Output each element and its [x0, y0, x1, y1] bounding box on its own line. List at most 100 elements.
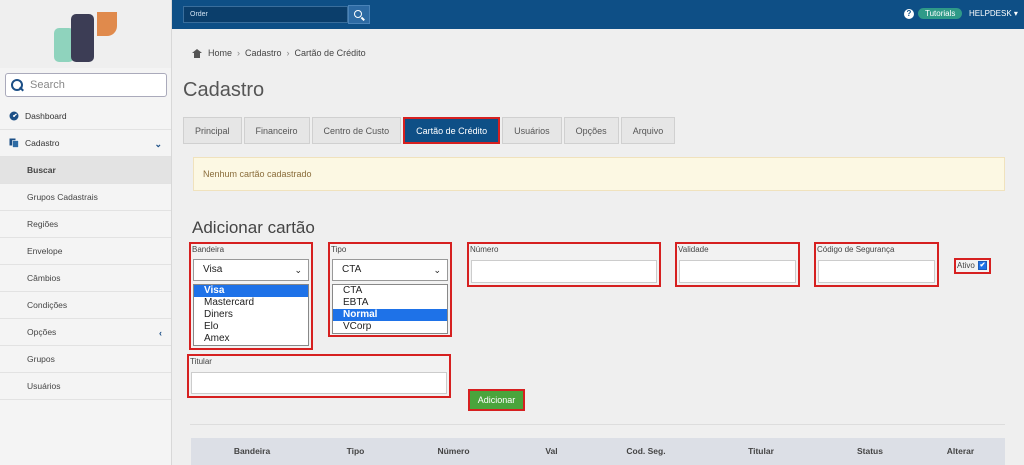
copy-icon — [9, 138, 19, 148]
column-header-titular[interactable]: Titular — [698, 438, 824, 465]
sidebar-item-buscar[interactable]: Buscar — [0, 157, 171, 184]
order-search-button[interactable] — [348, 5, 370, 24]
column-header-alterar[interactable]: Alterar — [916, 438, 1005, 465]
order-search-input[interactable]: Order — [183, 6, 348, 23]
ativo-label: Ativo — [957, 261, 975, 270]
validade-input[interactable] — [679, 260, 796, 283]
sidebar-item-grupos-cadastrais[interactable]: Grupos Cadastrais — [0, 184, 171, 211]
bandeira-option[interactable]: Diners — [194, 309, 308, 321]
divider — [190, 424, 1005, 425]
breadcrumb-separator: › — [286, 48, 290, 58]
bandeira-field: Bandeira Visa ⌄ Visa Mastercard Diners E… — [189, 242, 313, 350]
tutorials-link[interactable]: ? Tutorials — [904, 8, 963, 19]
sidebar-item-envelope[interactable]: Envelope — [0, 238, 171, 265]
sidebar-item-opcoes[interactable]: Opções ‹ — [0, 319, 171, 346]
top-bar: Order ? Tutorials HELPDESK ▾ — [172, 0, 1024, 29]
cards-table-header: Bandeira Tipo Número Val Cod. Seg. Titul… — [191, 438, 1005, 465]
tab-arquivo[interactable]: Arquivo — [620, 117, 676, 144]
sidebar-item-cadastro[interactable]: Cadastro ⌄ — [0, 130, 171, 157]
helpdesk-menu[interactable]: HELPDESK ▾ — [969, 9, 1018, 18]
sidebar-nav: Dashboard Cadastro ⌄ Buscar Grupos Cadas… — [0, 103, 171, 400]
bandeira-selected-value: Visa — [203, 264, 223, 275]
sidebar-search-input[interactable]: Search — [5, 73, 167, 97]
sidebar-item-label: Cadastro — [25, 138, 60, 148]
sidebar-item-label: Envelope — [27, 246, 63, 256]
bandeira-option[interactable]: Visa — [194, 285, 308, 297]
tipo-label: Tipo — [331, 245, 347, 254]
tab-cartao-de-credito[interactable]: Cartão de Crédito — [403, 117, 501, 144]
breadcrumb-current: Cartão de Crédito — [294, 48, 366, 58]
breadcrumb: Home › Cadastro › Cartão de Crédito — [192, 48, 366, 58]
validade-field: Validade — [675, 242, 800, 287]
tipo-option[interactable]: CTA — [333, 285, 447, 297]
column-header-numero[interactable]: Número — [398, 438, 509, 465]
ativo-checkbox[interactable]: ✔ — [978, 261, 987, 270]
numero-input[interactable] — [471, 260, 657, 283]
sidebar-item-cambios[interactable]: Câmbios — [0, 265, 171, 292]
chevron-down-icon: ⌄ — [433, 265, 441, 275]
company-logo[interactable] — [53, 10, 117, 62]
sidebar-item-condicoes[interactable]: Condições — [0, 292, 171, 319]
tipo-option[interactable]: VCorp — [333, 321, 447, 333]
sidebar-item-label: Usuários — [27, 381, 61, 391]
sidebar: Search Dashboard Cadastro ⌄ Buscar Grupo… — [0, 0, 172, 465]
chevron-down-icon: ⌄ — [294, 265, 302, 275]
add-card-button[interactable]: Adicionar — [468, 389, 525, 411]
sidebar-item-usuarios[interactable]: Usuários — [0, 373, 171, 400]
sidebar-item-dashboard[interactable]: Dashboard — [0, 103, 171, 130]
breadcrumb-home[interactable]: Home — [208, 48, 232, 58]
bandeira-option[interactable]: Mastercard — [194, 297, 308, 309]
ativo-field: Ativo ✔ — [954, 258, 991, 274]
codigo-seguranca-field: Código de Segurança — [814, 242, 939, 287]
sidebar-item-label: Dashboard — [25, 111, 67, 121]
validade-label: Validade — [678, 245, 709, 254]
column-header-cod-seg[interactable]: Cod. Seg. — [594, 438, 698, 465]
tab-usuarios[interactable]: Usuários — [502, 117, 562, 144]
chevron-left-icon[interactable]: ‹ — [159, 328, 162, 338]
tab-opcoes[interactable]: Opções — [563, 117, 619, 144]
column-header-val[interactable]: Val — [509, 438, 594, 465]
add-card-title: Adicionar cartão — [192, 218, 315, 237]
codigo-seguranca-input[interactable] — [818, 260, 935, 283]
column-header-tipo[interactable]: Tipo — [313, 438, 398, 465]
sidebar-item-grupos[interactable]: Grupos — [0, 346, 171, 373]
tipo-select[interactable]: CTA ⌄ — [332, 259, 448, 281]
sidebar-item-label: Câmbios — [27, 273, 61, 283]
search-placeholder: Search — [30, 79, 65, 91]
column-header-bandeira[interactable]: Bandeira — [191, 438, 313, 465]
bandeira-option[interactable]: Amex — [194, 333, 308, 345]
titular-input[interactable] — [191, 372, 447, 394]
breadcrumb-cadastro[interactable]: Cadastro — [245, 48, 282, 58]
bandeira-options-list[interactable]: Visa Mastercard Diners Elo Amex — [193, 284, 309, 346]
tipo-field: Tipo CTA ⌄ CTA EBTA Normal VCorp — [328, 242, 452, 337]
tipo-options-list[interactable]: CTA EBTA Normal VCorp — [332, 284, 448, 334]
tipo-selected-value: CTA — [342, 264, 362, 275]
bandeira-label: Bandeira — [192, 245, 225, 254]
tab-centro-de-custo[interactable]: Centro de Custo — [311, 117, 402, 144]
sidebar-item-label: Buscar — [27, 165, 56, 175]
page-title: Cadastro — [183, 79, 265, 101]
column-header-status[interactable]: Status — [824, 438, 916, 465]
no-card-alert: Nenhum cartão cadastrado — [193, 157, 1005, 191]
numero-label: Número — [470, 245, 499, 254]
tipo-option[interactable]: EBTA — [333, 297, 447, 309]
breadcrumb-separator: › — [237, 48, 241, 58]
chevron-down-icon[interactable]: ⌄ — [154, 139, 162, 150]
codigo-seguranca-label: Código de Segurança — [817, 245, 895, 254]
search-icon — [11, 78, 24, 92]
sidebar-item-label: Condições — [27, 300, 68, 310]
numero-field: Número — [467, 242, 661, 287]
tab-bar: Principal Financeiro Centro de Custo Car… — [183, 117, 677, 144]
tab-principal[interactable]: Principal — [183, 117, 242, 144]
sidebar-item-label: Grupos — [27, 354, 55, 364]
bandeira-option[interactable]: Elo — [194, 321, 308, 333]
titular-label: Titular — [190, 357, 212, 366]
sidebar-item-regioes[interactable]: Regiões — [0, 211, 171, 238]
sidebar-item-label: Grupos Cadastrais — [27, 192, 98, 202]
tutorials-badge: Tutorials — [918, 8, 963, 19]
sidebar-item-label: Regiões — [27, 219, 59, 229]
tipo-option[interactable]: Normal — [333, 309, 447, 321]
tab-financeiro[interactable]: Financeiro — [243, 117, 310, 144]
bandeira-select[interactable]: Visa ⌄ — [193, 259, 309, 281]
sidebar-item-label: Opções — [27, 327, 57, 337]
